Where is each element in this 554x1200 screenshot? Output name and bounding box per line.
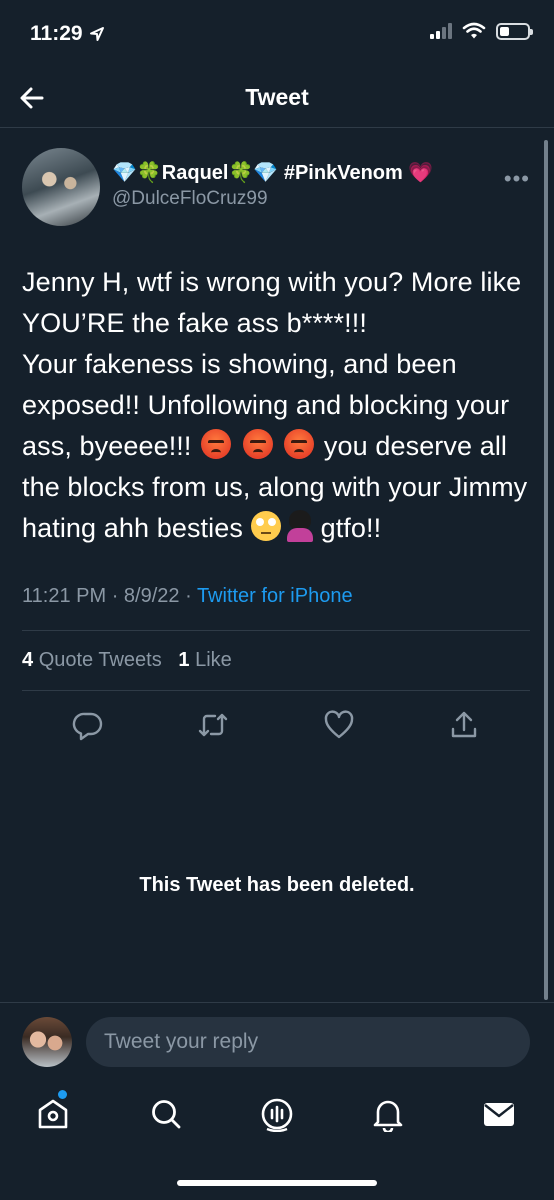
meta-separator: ·: [185, 585, 197, 607]
tweet-time: 11:21 PM: [22, 585, 107, 607]
likes-stat[interactable]: 1 Like: [178, 649, 231, 671]
tweet-meta: 11:21 PM · 8/9/22 · Twitter for iPhone: [22, 585, 530, 608]
deleted-tweet-notice: This Tweet has been deleted.: [139, 874, 415, 896]
more-options-icon[interactable]: •••: [504, 166, 530, 192]
share-icon[interactable]: [448, 709, 480, 741]
tweet-text: Jenny H, wtf is wrong with you? More lik…: [22, 262, 530, 549]
cellular-signal-icon: [430, 23, 452, 39]
status-time: 11:29: [30, 22, 105, 46]
author-row: 💎🍀Raquel🍀💎 #PinkVenom 💗 @DulceFloCruz99 …: [22, 148, 530, 226]
author-display-name[interactable]: 💎🍀Raquel🍀💎 #PinkVenom 💗: [112, 160, 530, 186]
user-avatar[interactable]: [22, 1017, 72, 1067]
heart-icon[interactable]: [323, 709, 355, 741]
location-arrow-icon: [89, 27, 104, 41]
battery-icon: [496, 22, 533, 40]
page-title: Tweet: [245, 84, 309, 110]
wifi-icon: [462, 22, 486, 39]
tweet-actions: [22, 691, 530, 741]
eye-roll-emoji-icon: [250, 511, 281, 541]
angry-face-emoji-icon: [201, 429, 232, 459]
reply-bar: [0, 1002, 554, 1078]
tweet-detail: 💎🍀Raquel🍀💎 #PinkVenom 💗 @DulceFloCruz99 …: [22, 148, 530, 741]
scrollbar[interactable]: [544, 140, 548, 1000]
search-icon[interactable]: [148, 1096, 184, 1132]
quote-label: Quote Tweets: [38, 649, 162, 671]
tweet-source-link[interactable]: Twitter for iPhone: [197, 585, 353, 607]
notifications-bell-icon[interactable]: [370, 1096, 406, 1132]
meta-separator: ·: [111, 585, 124, 607]
like-label: Like: [195, 649, 232, 671]
quote-count: 4: [22, 649, 34, 671]
author-info: 💎🍀Raquel🍀💎 #PinkVenom 💗 @DulceFloCruz99: [112, 160, 530, 210]
retweet-icon[interactable]: [197, 709, 229, 741]
tweet-text-part3: gtfo!!: [320, 513, 382, 543]
clock-text: 11:29: [30, 22, 83, 45]
angry-face-emoji-icon: [284, 429, 315, 459]
home-icon[interactable]: [35, 1096, 71, 1132]
tweet-stats: 4 Quote Tweets 1 Like: [22, 631, 530, 690]
nav-header: Tweet: [0, 68, 554, 128]
home-indicator: [177, 1180, 377, 1186]
status-icons: [430, 22, 533, 40]
facepalm-emoji-icon: [285, 510, 315, 542]
author-avatar[interactable]: [22, 148, 100, 226]
like-count: 1: [178, 649, 190, 671]
quote-tweets-stat[interactable]: 4 Quote Tweets: [22, 649, 162, 671]
home-notification-dot: [58, 1090, 67, 1099]
author-handle[interactable]: @DulceFloCruz99: [112, 188, 530, 210]
messages-mail-icon[interactable]: [481, 1096, 517, 1132]
tweet-date: 8/9/22: [123, 585, 180, 607]
spaces-icon[interactable]: [259, 1096, 295, 1132]
reply-input[interactable]: [86, 1017, 530, 1067]
status-bar: 11:29: [0, 0, 554, 64]
reply-icon[interactable]: [72, 709, 104, 741]
angry-face-emoji-icon: [242, 429, 273, 459]
